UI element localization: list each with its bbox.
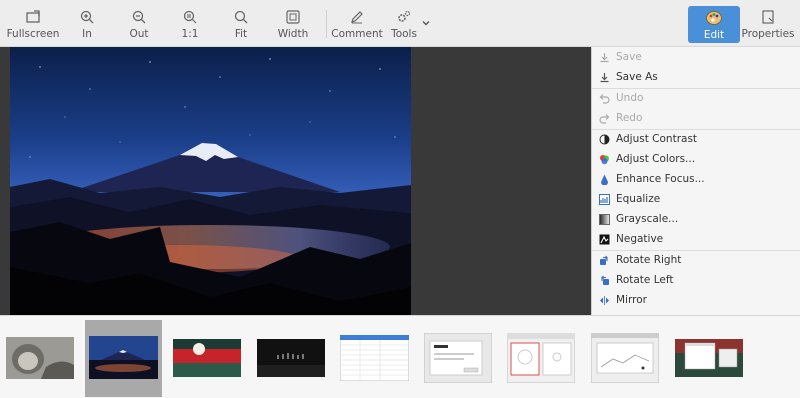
menu-item-label: Rotate Left	[616, 274, 674, 286]
toolbar: Fullscreen In Out 1:1 Fit Width Comment …	[0, 0, 800, 47]
dark-panorama-thumbnail	[257, 339, 325, 377]
menu-item-label: Negative	[616, 233, 664, 245]
edit-label: Edit	[703, 29, 725, 41]
comment-label: Comment	[331, 28, 383, 40]
image-viewer-area[interactable]	[0, 47, 591, 315]
menu-item-enhance-focus[interactable]: Enhance Focus...	[592, 169, 800, 189]
toolbar-separator	[326, 10, 327, 38]
menu-item-save-as[interactable]: Save As	[592, 67, 800, 87]
save-as-icon	[599, 72, 610, 83]
menu-item-label: Enhance Focus...	[616, 173, 705, 185]
chevron-down-icon[interactable]	[421, 18, 431, 28]
tools-label: Tools	[391, 28, 417, 40]
menu-item-adjust-colors[interactable]: Adjust Colors...	[592, 149, 800, 169]
rotate-right-icon	[599, 255, 610, 266]
menu-item-label: Mirror	[616, 294, 647, 306]
undo-icon	[599, 93, 610, 104]
colors-icon	[599, 154, 610, 165]
histogram-icon	[599, 193, 610, 205]
thumbnail-item[interactable]	[507, 333, 575, 383]
negative-icon	[599, 234, 610, 245]
properties-button[interactable]: Properties	[741, 0, 795, 46]
comment-button[interactable]: Comment	[331, 0, 383, 46]
rotate-left-icon	[599, 275, 610, 286]
menu-item-label: Redo	[616, 112, 643, 124]
menu-item-undo[interactable]: Undo	[592, 88, 800, 108]
main-image	[10, 47, 411, 315]
zoom-out-label: Out	[129, 28, 149, 40]
fullscreen-button[interactable]: Fullscreen	[6, 0, 60, 46]
zoom-actual-label: 1:1	[181, 28, 199, 40]
menu-item-negative[interactable]: Negative	[592, 229, 800, 249]
save-icon	[599, 52, 610, 63]
zoom-in-label: In	[82, 28, 92, 40]
zoom-width-label: Width	[277, 28, 309, 40]
menu-item-label: Equalize	[616, 193, 661, 205]
fit-width-icon	[285, 9, 301, 25]
dialog2-thumbnail	[591, 333, 659, 383]
menu-item-mirror[interactable]: Mirror	[592, 290, 800, 310]
menu-item-redo[interactable]: Redo	[592, 108, 800, 128]
thumbnail-item-selected[interactable]	[89, 336, 158, 379]
zoom-width-button[interactable]: Width	[276, 0, 310, 46]
zoom-out-button[interactable]: Out	[124, 0, 154, 46]
mirror-icon	[599, 295, 610, 306]
redo-icon	[599, 113, 610, 124]
fuji-thumbnail	[89, 336, 158, 379]
menu-item-label: Save	[616, 51, 642, 63]
cat-thumbnail	[6, 337, 74, 379]
zoom-actual-icon	[182, 9, 198, 25]
menu-item-label: Adjust Contrast	[616, 133, 698, 145]
fullscreen-label: Fullscreen	[6, 28, 60, 40]
menu-item-rotate-left[interactable]: Rotate Left	[592, 270, 800, 290]
menu-item-label: Rotate Right	[616, 254, 682, 266]
menu-item-label: Undo	[616, 92, 644, 104]
thumbnail-item[interactable]	[675, 339, 743, 377]
menu-item-equalize[interactable]: Equalize	[592, 189, 800, 209]
menu-item-save[interactable]: Save	[592, 47, 800, 67]
zoom-fit-icon	[233, 9, 249, 25]
edit-button[interactable]: Edit	[688, 6, 740, 43]
gears-icon	[396, 9, 412, 25]
properties-label: Properties	[741, 28, 795, 40]
thumbnail-item[interactable]	[340, 335, 409, 381]
red-sun-thumbnail	[173, 339, 241, 377]
menu-item-rotate-right[interactable]: Rotate Right	[592, 250, 800, 270]
menu-item-label: Grayscale...	[616, 213, 679, 225]
thumbnail-strip	[0, 315, 800, 398]
thumbnail-item[interactable]	[591, 333, 659, 383]
fullscreen-icon	[25, 9, 41, 25]
dialog-thumbnail	[424, 333, 492, 383]
menu-item-grayscale[interactable]: Grayscale...	[592, 209, 800, 229]
desktop-thumbnail	[675, 339, 743, 377]
zoom-out-icon	[131, 9, 147, 25]
thumbnail-item[interactable]	[257, 339, 325, 377]
settings-thumbnail	[507, 333, 575, 383]
focus-drop-icon	[599, 174, 610, 185]
thumbnail-item[interactable]	[6, 337, 74, 379]
menu-item-label: Adjust Colors...	[616, 153, 696, 165]
tools-button[interactable]: Tools	[389, 0, 419, 46]
zoom-actual-button[interactable]: 1:1	[175, 0, 205, 46]
pencil-icon	[349, 9, 365, 25]
thumbnail-item[interactable]	[173, 339, 241, 377]
edit-menu: Save Save As Undo Redo Adjust Contrast A…	[591, 47, 800, 315]
spreadsheet-thumbnail	[340, 335, 409, 381]
zoom-fit-label: Fit	[234, 28, 248, 40]
zoom-fit-button[interactable]: Fit	[226, 0, 256, 46]
menu-item-label: Save As	[616, 71, 658, 83]
grayscale-icon	[599, 213, 610, 225]
zoom-in-button[interactable]: In	[72, 0, 102, 46]
contrast-icon	[599, 134, 610, 145]
palette-icon	[705, 9, 723, 27]
zoom-in-icon	[79, 9, 95, 25]
menu-item-adjust-contrast[interactable]: Adjust Contrast	[592, 129, 800, 149]
properties-icon	[760, 9, 776, 25]
image-viewer-window: Fullscreen In Out 1:1 Fit Width Comment …	[0, 0, 800, 398]
thumbnail-item[interactable]	[424, 333, 492, 383]
